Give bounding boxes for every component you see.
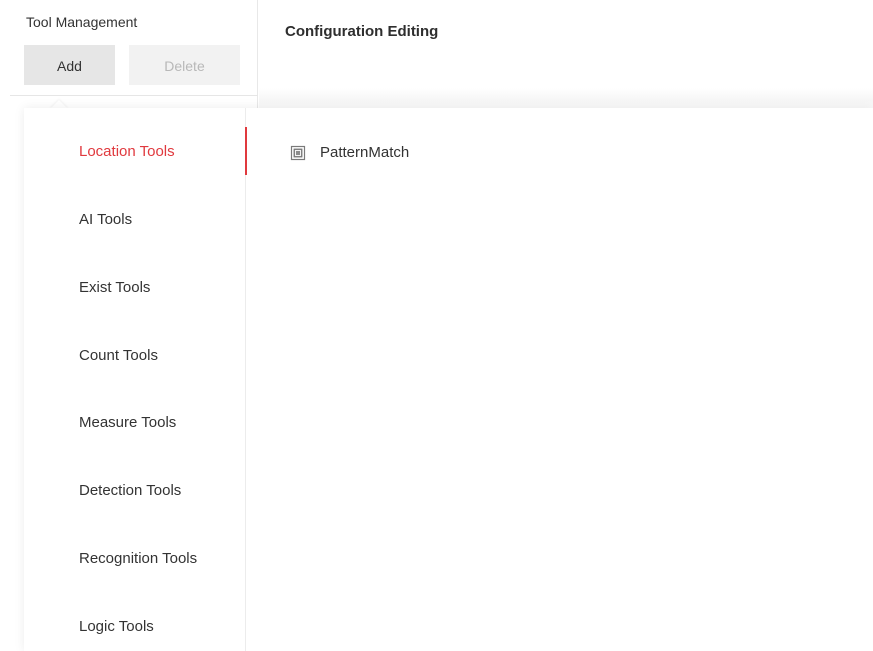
add-button[interactable]: Add [24, 45, 115, 85]
tool-item-patternmatch[interactable]: PatternMatch [290, 142, 409, 164]
tool-management-title: Tool Management [26, 14, 138, 30]
category-recognition-tools[interactable]: Recognition Tools [24, 525, 246, 593]
pattern-match-icon [290, 145, 306, 161]
add-tool-dropdown: Location Tools AI Tools Exist Tools Coun… [24, 108, 873, 651]
category-label: Recognition Tools [79, 550, 198, 567]
category-label: Count Tools [79, 347, 158, 364]
category-logic-tools[interactable]: Logic Tools [24, 593, 246, 651]
divider [10, 95, 258, 96]
configuration-editing-title: Configuration Editing [285, 23, 439, 40]
tool-category-list: Location Tools AI Tools Exist Tools Coun… [24, 108, 247, 651]
page: Tool Management Add Delete Configuration… [0, 0, 873, 651]
category-detection-tools[interactable]: Detection Tools [24, 457, 246, 525]
category-label: Measure Tools [79, 414, 177, 431]
category-label: Location Tools [79, 143, 175, 160]
category-label: Detection Tools [79, 482, 182, 499]
category-label: Exist Tools [79, 279, 151, 296]
tool-list: PatternMatch [246, 108, 873, 651]
tool-label: PatternMatch [320, 144, 410, 161]
category-location-tools[interactable]: Location Tools [24, 118, 247, 186]
configuration-editing-panel: Configuration Editing [259, 0, 873, 108]
category-label: AI Tools [79, 211, 133, 228]
category-exist-tools[interactable]: Exist Tools [24, 254, 246, 322]
category-measure-tools[interactable]: Measure Tools [24, 389, 246, 457]
category-ai-tools[interactable]: AI Tools [24, 186, 246, 254]
delete-button[interactable]: Delete [129, 45, 240, 85]
tool-management-panel: Tool Management Add Delete [0, 0, 258, 108]
category-count-tools[interactable]: Count Tools [24, 322, 246, 390]
category-label: Logic Tools [79, 618, 154, 635]
